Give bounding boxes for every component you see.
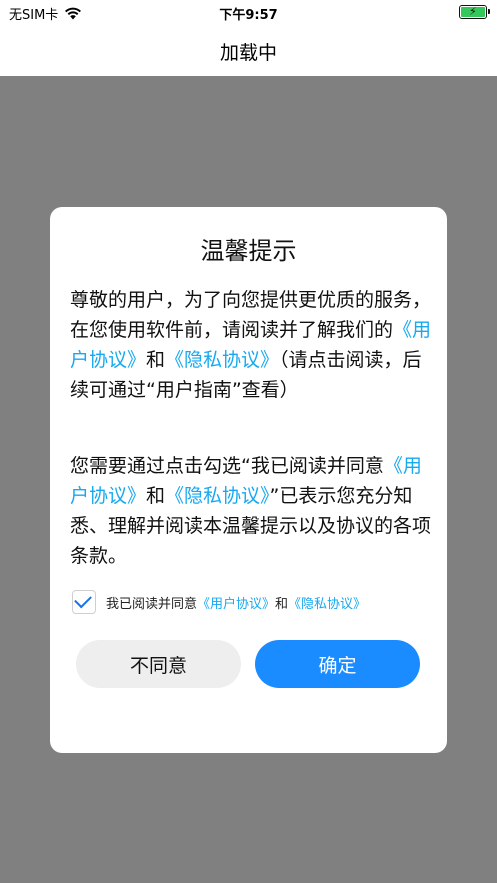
status-time: 下午9:57	[219, 8, 278, 23]
agree-row: 我已阅读并同意《用户协议》和《隐私协议》	[72, 588, 432, 616]
privacy-policy-link[interactable]: 《隐私协议》	[165, 349, 279, 371]
agree-text-1: 我已阅读并同意	[106, 596, 198, 612]
agree-user-agreement-link[interactable]: 《用户协议》	[197, 597, 275, 612]
intro-text-1: 尊敬的用户，为了向您提供更优质的服务，在您使用软件前，请阅读并了解我们的	[70, 289, 432, 341]
consent-text-2: 和	[146, 485, 166, 507]
agree-checkbox[interactable]	[72, 590, 96, 614]
consent-text-1: 您需要通过点击勾选“我已阅读并同意	[70, 455, 384, 477]
confirm-button[interactable]: 确定	[255, 640, 420, 688]
intro-text-2: 和	[146, 349, 166, 371]
checkmark-icon	[74, 590, 92, 609]
privacy-policy-link-2[interactable]: 《隐私协议》	[165, 485, 270, 507]
dialog-title: 温馨提示	[200, 237, 297, 265]
privacy-dialog: 温馨提示 尊敬的用户，为了向您提供更优质的服务，在您使用软件前，请阅读并了解我们…	[50, 207, 447, 753]
agree-label: 我已阅读并同意《用户协议》和《隐私协议》	[106, 593, 366, 612]
battery-level: ⚡	[461, 5, 485, 18]
page-title: 加载中	[219, 42, 277, 64]
battery-charging-icon: ⚡	[459, 5, 490, 19]
disagree-button[interactable]: 不同意	[76, 640, 241, 688]
status-bar: 无SIM卡 下午9:57 ⚡	[0, 0, 497, 26]
battery-cap	[488, 9, 490, 14]
agree-privacy-policy-link[interactable]: 《隐私协议》	[288, 597, 366, 612]
agree-text-2: 和	[275, 596, 289, 612]
intro-paragraph: 尊敬的用户，为了向您提供更优质的服务，在您使用软件前，请阅读并了解我们的《用户协…	[70, 285, 432, 405]
nav-bar: 加载中	[0, 26, 497, 76]
consent-paragraph: 您需要通过点击勾选“我已阅读并同意《用户协议》和《隐私协议》”已表示您充分知悉、…	[70, 451, 432, 571]
bolt-icon: ⚡	[469, 5, 477, 18]
